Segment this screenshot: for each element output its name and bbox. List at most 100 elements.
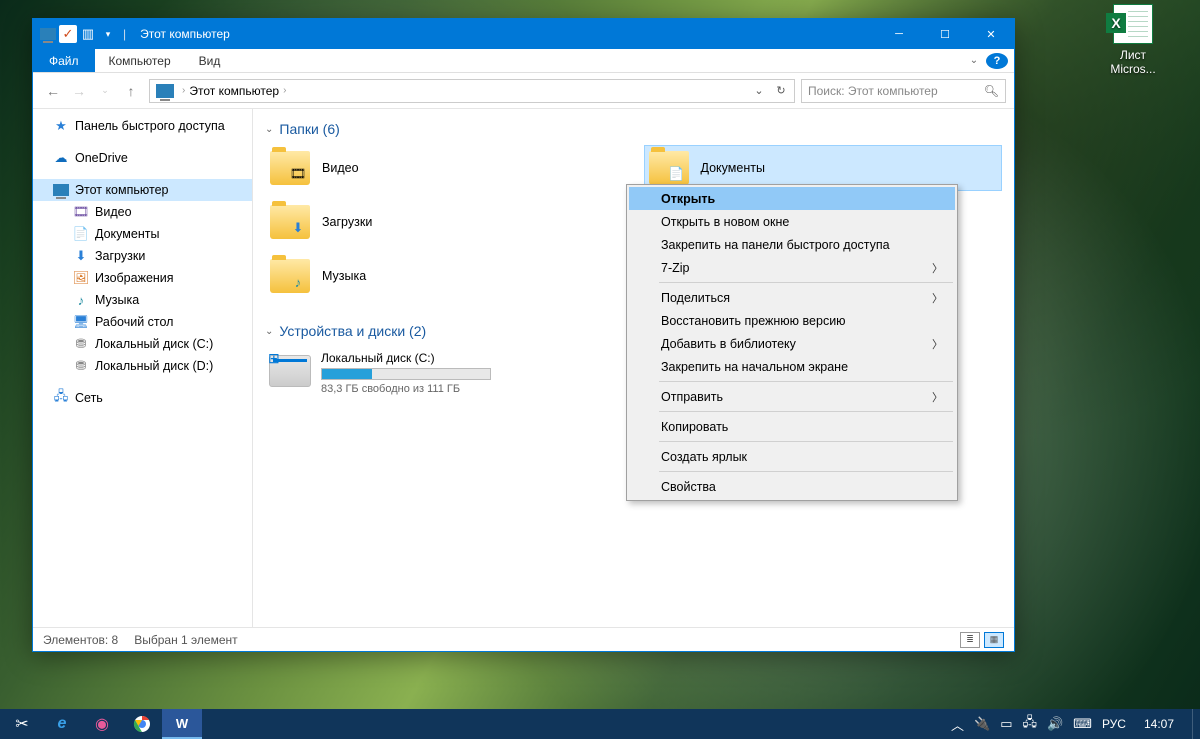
address-dropdown-icon[interactable]: ⌄ bbox=[748, 84, 770, 97]
address-bar[interactable]: › Этот компьютер › ⌄ ↻ bbox=[149, 79, 795, 103]
cloud-icon: ☁ bbox=[53, 150, 69, 166]
context-menu: Открыть Открыть в новом окне Закрепить н… bbox=[626, 184, 958, 501]
status-count: Элементов: 8 bbox=[43, 633, 118, 647]
nav-network[interactable]: 🖧Сеть bbox=[33, 387, 252, 409]
ribbon-collapse-icon[interactable]: ⌄ bbox=[962, 49, 986, 72]
nav-documents[interactable]: 📄Документы bbox=[33, 223, 252, 245]
drive-usage-bar bbox=[321, 368, 491, 380]
drive-free-text: 83,3 ГБ свободно из 111 ГБ bbox=[321, 383, 620, 395]
ctx-pin-quick-access[interactable]: Закрепить на панели быстрого доступа bbox=[629, 233, 955, 256]
tray-volume-icon[interactable]: 🔊 bbox=[1047, 716, 1063, 732]
folder-label: Загрузки bbox=[322, 215, 372, 229]
tab-view[interactable]: Вид bbox=[185, 49, 235, 72]
pc-icon bbox=[39, 25, 57, 43]
folder-music[interactable]: ♪ Музыка bbox=[265, 253, 624, 299]
taskbar-word[interactable]: W bbox=[162, 709, 202, 739]
chevron-down-icon: ⌄ bbox=[265, 124, 273, 135]
nav-quick-access[interactable]: ★Панель быстрого доступа bbox=[33, 115, 252, 137]
folder-label: Музыка bbox=[322, 269, 366, 283]
drive-c[interactable]: Локальный диск (C:) 83,3 ГБ свободно из … bbox=[265, 347, 624, 399]
tray-ime-icon[interactable]: ⌨ bbox=[1073, 716, 1092, 732]
ctx-share[interactable]: Поделиться〉 bbox=[629, 286, 955, 309]
folder-icon: ⬇ bbox=[270, 205, 310, 239]
folder-icon: ♪ bbox=[270, 259, 310, 293]
group-folders-header[interactable]: ⌄Папки (6) bbox=[265, 117, 1002, 145]
nav-label: Видео bbox=[95, 205, 132, 219]
navigation-pane: ★Панель быстрого доступа ☁ OneDrive Этот … bbox=[33, 109, 253, 627]
close-button[interactable]: ✕ bbox=[968, 19, 1014, 49]
tray-power-icon[interactable]: 🔌 bbox=[974, 716, 990, 732]
ribbon-tabs: Файл Компьютер Вид ⌄ ? bbox=[33, 49, 1014, 73]
nav-disk-d[interactable]: ⛃Локальный диск (D:) bbox=[33, 355, 252, 377]
desktop-icon-label: Лист bbox=[1098, 48, 1168, 62]
drive-name: Локальный диск (C:) bbox=[321, 351, 620, 365]
nav-onedrive[interactable]: ☁ OneDrive bbox=[33, 147, 252, 169]
folder-video[interactable]: 🎞Видео bbox=[265, 145, 624, 191]
documents-icon: 📄 bbox=[73, 226, 89, 242]
taskbar-ie[interactable]: e bbox=[42, 709, 82, 739]
titlebar[interactable]: ✓ ▥ ▾ | Этот компьютер ─ ☐ ✕ bbox=[33, 19, 1014, 49]
nav-music[interactable]: ♪Музыка bbox=[33, 289, 252, 311]
chevron-right-icon: 〉 bbox=[932, 290, 943, 306]
ctx-create-shortcut[interactable]: Создать ярлык bbox=[629, 445, 955, 468]
chevron-right-icon: 〉 bbox=[932, 336, 943, 352]
refresh-icon[interactable]: ↻ bbox=[770, 84, 792, 97]
minimize-button[interactable]: ─ bbox=[876, 19, 922, 49]
help-icon[interactable]: ? bbox=[986, 53, 1008, 69]
qat-dropdown-icon[interactable]: ▾ bbox=[99, 25, 117, 43]
nav-this-pc[interactable]: Этот компьютер bbox=[33, 179, 252, 201]
nav-back-icon[interactable]: ← bbox=[41, 79, 65, 103]
chevron-right-icon[interactable]: › bbox=[279, 85, 290, 96]
chevron-right-icon[interactable]: › bbox=[178, 85, 189, 96]
nav-label: Загрузки bbox=[95, 249, 145, 263]
search-input[interactable]: Поиск: Этот компьютер 🔍︎ bbox=[801, 79, 1006, 103]
nav-downloads[interactable]: ⬇ Загрузки bbox=[33, 245, 252, 267]
qat-newfolder-icon[interactable]: ▥ bbox=[79, 25, 97, 43]
folder-downloads[interactable]: ⬇ Загрузки bbox=[265, 199, 624, 245]
nav-disk-c[interactable]: ⛃Локальный диск (C:) bbox=[33, 333, 252, 355]
desktop-icon-excel[interactable]: Лист Micros... bbox=[1098, 4, 1168, 76]
tray-battery-icon[interactable]: ▭ bbox=[1000, 716, 1012, 732]
nav-forward-icon: → bbox=[67, 79, 91, 103]
tray-overflow-icon[interactable]: ︿ bbox=[951, 715, 964, 734]
downloads-icon: ⬇ bbox=[73, 248, 89, 264]
ctx-open-new-window[interactable]: Открыть в новом окне bbox=[629, 210, 955, 233]
tray-clock[interactable]: 14:07 bbox=[1136, 717, 1182, 731]
taskbar-cortana[interactable]: ✂ bbox=[2, 709, 42, 739]
show-desktop-button[interactable] bbox=[1192, 709, 1198, 739]
nav-label: Сеть bbox=[75, 391, 103, 405]
nav-recent-icon[interactable]: ⌄ bbox=[93, 79, 117, 103]
group-label: Устройства и диски (2) bbox=[279, 323, 426, 339]
tab-file[interactable]: Файл bbox=[33, 49, 95, 72]
ctx-add-library[interactable]: Добавить в библиотеку〉 bbox=[629, 332, 955, 355]
ctx-restore-version[interactable]: Восстановить прежнюю версию bbox=[629, 309, 955, 332]
tab-computer[interactable]: Компьютер bbox=[95, 49, 185, 72]
taskbar-chrome[interactable] bbox=[122, 709, 162, 739]
ctx-copy[interactable]: Копировать bbox=[629, 415, 955, 438]
ctx-properties[interactable]: Свойства bbox=[629, 475, 955, 498]
address-bar-row: ← → ⌄ ↑ › Этот компьютер › ⌄ ↻ Поиск: Эт… bbox=[33, 73, 1014, 109]
breadcrumb-segment[interactable]: Этот компьютер bbox=[189, 84, 279, 98]
ctx-pin-start[interactable]: Закрепить на начальном экране bbox=[629, 355, 955, 378]
view-details-icon[interactable]: ≣ bbox=[960, 632, 980, 648]
tray-network-icon[interactable]: 🖧 bbox=[1022, 713, 1037, 735]
ctx-7zip[interactable]: 7-Zip〉 bbox=[629, 256, 955, 279]
tray-language[interactable]: РУС bbox=[1102, 717, 1126, 731]
statusbar: Элементов: 8 Выбран 1 элемент ≣ ▦ bbox=[33, 627, 1014, 651]
maximize-button[interactable]: ☐ bbox=[922, 19, 968, 49]
nav-label: Этот компьютер bbox=[75, 183, 168, 197]
taskbar-browser[interactable]: ◉ bbox=[82, 709, 122, 739]
nav-pictures[interactable]: 🖼Изображения bbox=[33, 267, 252, 289]
desktop-icon: 🖥 bbox=[73, 314, 89, 330]
nav-video[interactable]: 🎞Видео bbox=[33, 201, 252, 223]
folder-icon: 📄 bbox=[649, 151, 689, 185]
ctx-send-to[interactable]: Отправить〉 bbox=[629, 385, 955, 408]
nav-up-icon[interactable]: ↑ bbox=[119, 79, 143, 103]
nav-label: OneDrive bbox=[75, 151, 128, 165]
qat-properties-icon[interactable]: ✓ bbox=[59, 25, 77, 43]
view-tiles-icon[interactable]: ▦ bbox=[984, 632, 1004, 648]
ctx-open[interactable]: Открыть bbox=[629, 187, 955, 210]
music-icon: ♪ bbox=[73, 292, 89, 308]
desktop-icon-label2: Micros... bbox=[1098, 62, 1168, 76]
nav-desktop[interactable]: 🖥Рабочий стол bbox=[33, 311, 252, 333]
